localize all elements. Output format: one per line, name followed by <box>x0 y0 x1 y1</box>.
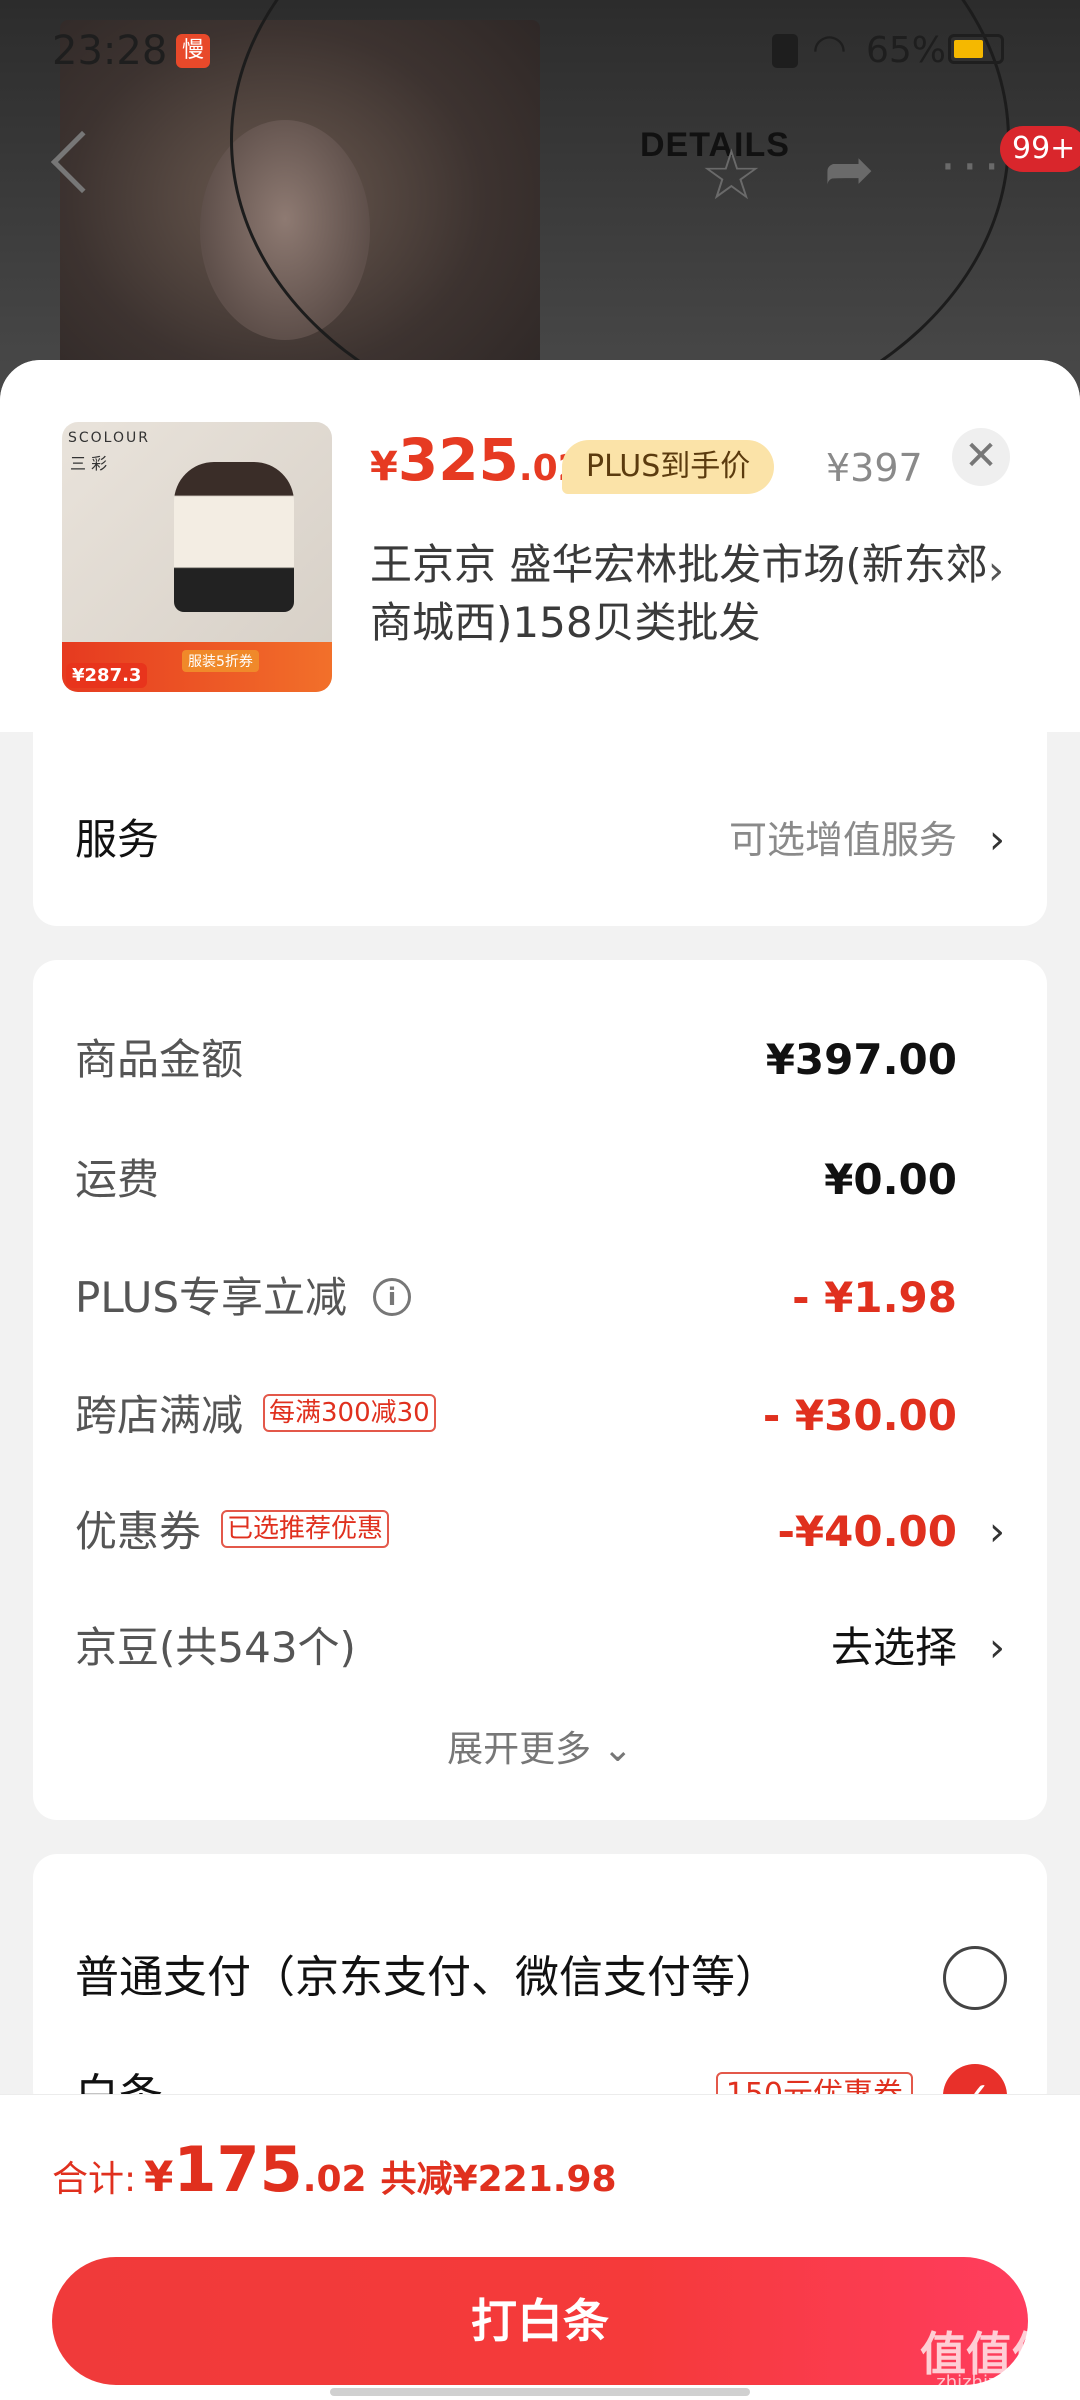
order-total: 合计: ¥175.02 共减¥221.98 <box>52 2133 617 2206</box>
product-price: ¥325.02 <box>370 426 583 494</box>
cross-store-tag: 每满300减30 <box>263 1393 436 1432</box>
coupon-text: 优惠券 <box>75 1507 202 1556</box>
jd-beans-label: 京豆(共543个) <box>75 1623 356 1672</box>
close-button[interactable]: ✕ <box>952 428 1010 486</box>
shop-address[interactable]: 王京京 盛华宏林批发市场(新东郊商城西)158贝类批发 <box>370 536 990 652</box>
plus-discount-value: - ¥1.98 <box>792 1273 957 1322</box>
expand-more-label: 展开更多 <box>447 1729 592 1770</box>
plus-discount-label: PLUS专享立减 i <box>75 1268 412 1328</box>
coupon-label: 优惠券 已选推荐优惠 <box>75 1502 390 1562</box>
plus-discount-row: PLUS专享立减 i - ¥1.98 <box>75 1268 1005 1328</box>
plus-price-tag: PLUS到手价 <box>562 440 775 494</box>
expand-more-button[interactable]: 展开更多 ⌄ <box>33 1720 1047 1772</box>
coupon-tag: 已选推荐优惠 <box>221 1509 390 1548</box>
share-icon[interactable]: ➦ <box>824 140 874 200</box>
total-symbol: ¥ <box>144 2152 174 2201</box>
chevron-right-icon: › <box>989 1509 1005 1555</box>
watermark-url: zhizhizhi.com <box>936 2372 1058 2393</box>
status-time: 23:28 <box>52 28 168 74</box>
coupon-value: -¥40.00 <box>777 1507 957 1556</box>
cross-store-text: 跨店满减 <box>75 1391 244 1440</box>
radio-unselected[interactable] <box>943 1946 1007 2010</box>
total-integer: 175 <box>173 2133 303 2206</box>
home-indicator[interactable] <box>330 2388 750 2396</box>
thumb-model-figure <box>174 462 294 612</box>
chevron-right-icon: › <box>989 817 1005 863</box>
normal-payment-label: 普通支付（京东支付、微信支付等） <box>75 1952 779 2003</box>
sim-icon <box>772 34 798 68</box>
chevron-right-icon[interactable]: › <box>988 548 1004 594</box>
wifi-icon: ◠ <box>812 26 847 72</box>
status-bar: 23:28 慢 ◠ 65% <box>0 0 1080 100</box>
favorite-star-icon[interactable]: ☆ <box>700 140 763 210</box>
chevron-down-icon: ⌄ <box>602 1729 633 1770</box>
shipping-label: 运费 <box>75 1155 160 1204</box>
total-saved: 共减¥221.98 <box>380 2159 617 2200</box>
price-summary-card: 商品金额 ¥397.00 运费 ¥0.00 PLUS专享立减 i - ¥1.98 … <box>33 960 1047 1820</box>
cross-store-value: - ¥30.00 <box>762 1391 957 1440</box>
battery-percent: 65% <box>866 30 947 71</box>
cross-store-label: 跨店满减 每满300减30 <box>75 1386 436 1446</box>
total-decimal: .02 <box>302 2159 367 2200</box>
goods-amount-value: ¥397.00 <box>765 1035 957 1084</box>
checkout-bottom-bar: 合计: ¥175.02 共减¥221.98 打白条 <box>0 2094 1080 2400</box>
coupon-row[interactable]: 优惠券 已选推荐优惠 -¥40.00 › <box>75 1502 1005 1562</box>
thumb-brand-cn: 三 彩 <box>70 454 108 473</box>
product-thumbnail[interactable]: SCOLOUR 三 彩 服装5折券 ¥287.3 <box>62 422 332 692</box>
shipping-value: ¥0.00 <box>824 1155 957 1204</box>
thumb-brand: SCOLOUR <box>68 430 150 446</box>
price-integer: 325 <box>397 426 519 494</box>
original-price: ¥397 <box>826 446 923 490</box>
total-label: 合计: <box>52 2159 137 2200</box>
payment-method-card: 普通支付（京东支付、微信支付等） 白条 150元优惠券 ✓ <box>33 1854 1047 2128</box>
pay-baitiao-button[interactable]: 打白条 <box>52 2257 1028 2385</box>
goods-amount-label: 商品金额 <box>75 1035 244 1084</box>
service-label: 服务 <box>75 815 160 864</box>
service-row[interactable]: 服务 可选增值服务 › <box>75 810 1005 870</box>
product-header: SCOLOUR 三 彩 服装5折券 ¥287.3 ¥325.02 PLUS到手价… <box>0 360 1080 732</box>
more-icon[interactable]: ··· <box>940 138 1006 196</box>
price-symbol: ¥ <box>370 444 398 490</box>
jd-beans-value: 去选择 <box>830 1623 957 1672</box>
plus-discount-text: PLUS专享立减 <box>75 1273 348 1322</box>
normal-payment-option[interactable]: 普通支付（京东支付、微信支付等） <box>75 1946 1007 2010</box>
chevron-right-icon: › <box>989 1625 1005 1671</box>
jd-beans-row[interactable]: 京豆(共543个) 去选择 › <box>75 1618 1005 1678</box>
shipping-row: 运费 ¥0.00 <box>75 1150 1005 1210</box>
thumb-promo-label: 服装5折券 <box>182 650 259 672</box>
app-notification-icon: 慢 <box>176 34 210 68</box>
goods-amount-row: 商品金额 ¥397.00 <box>75 1030 1005 1090</box>
thumb-price: ¥287.3 <box>66 663 148 688</box>
battery-level <box>954 40 983 58</box>
battery-icon <box>948 34 1004 64</box>
service-value: 可选增值服务 <box>728 818 957 862</box>
cross-store-discount-row: 跨店满减 每满300减30 - ¥30.00 <box>75 1386 1005 1446</box>
info-icon[interactable]: i <box>373 1277 412 1316</box>
message-count-badge: 99+ <box>1000 126 1080 172</box>
